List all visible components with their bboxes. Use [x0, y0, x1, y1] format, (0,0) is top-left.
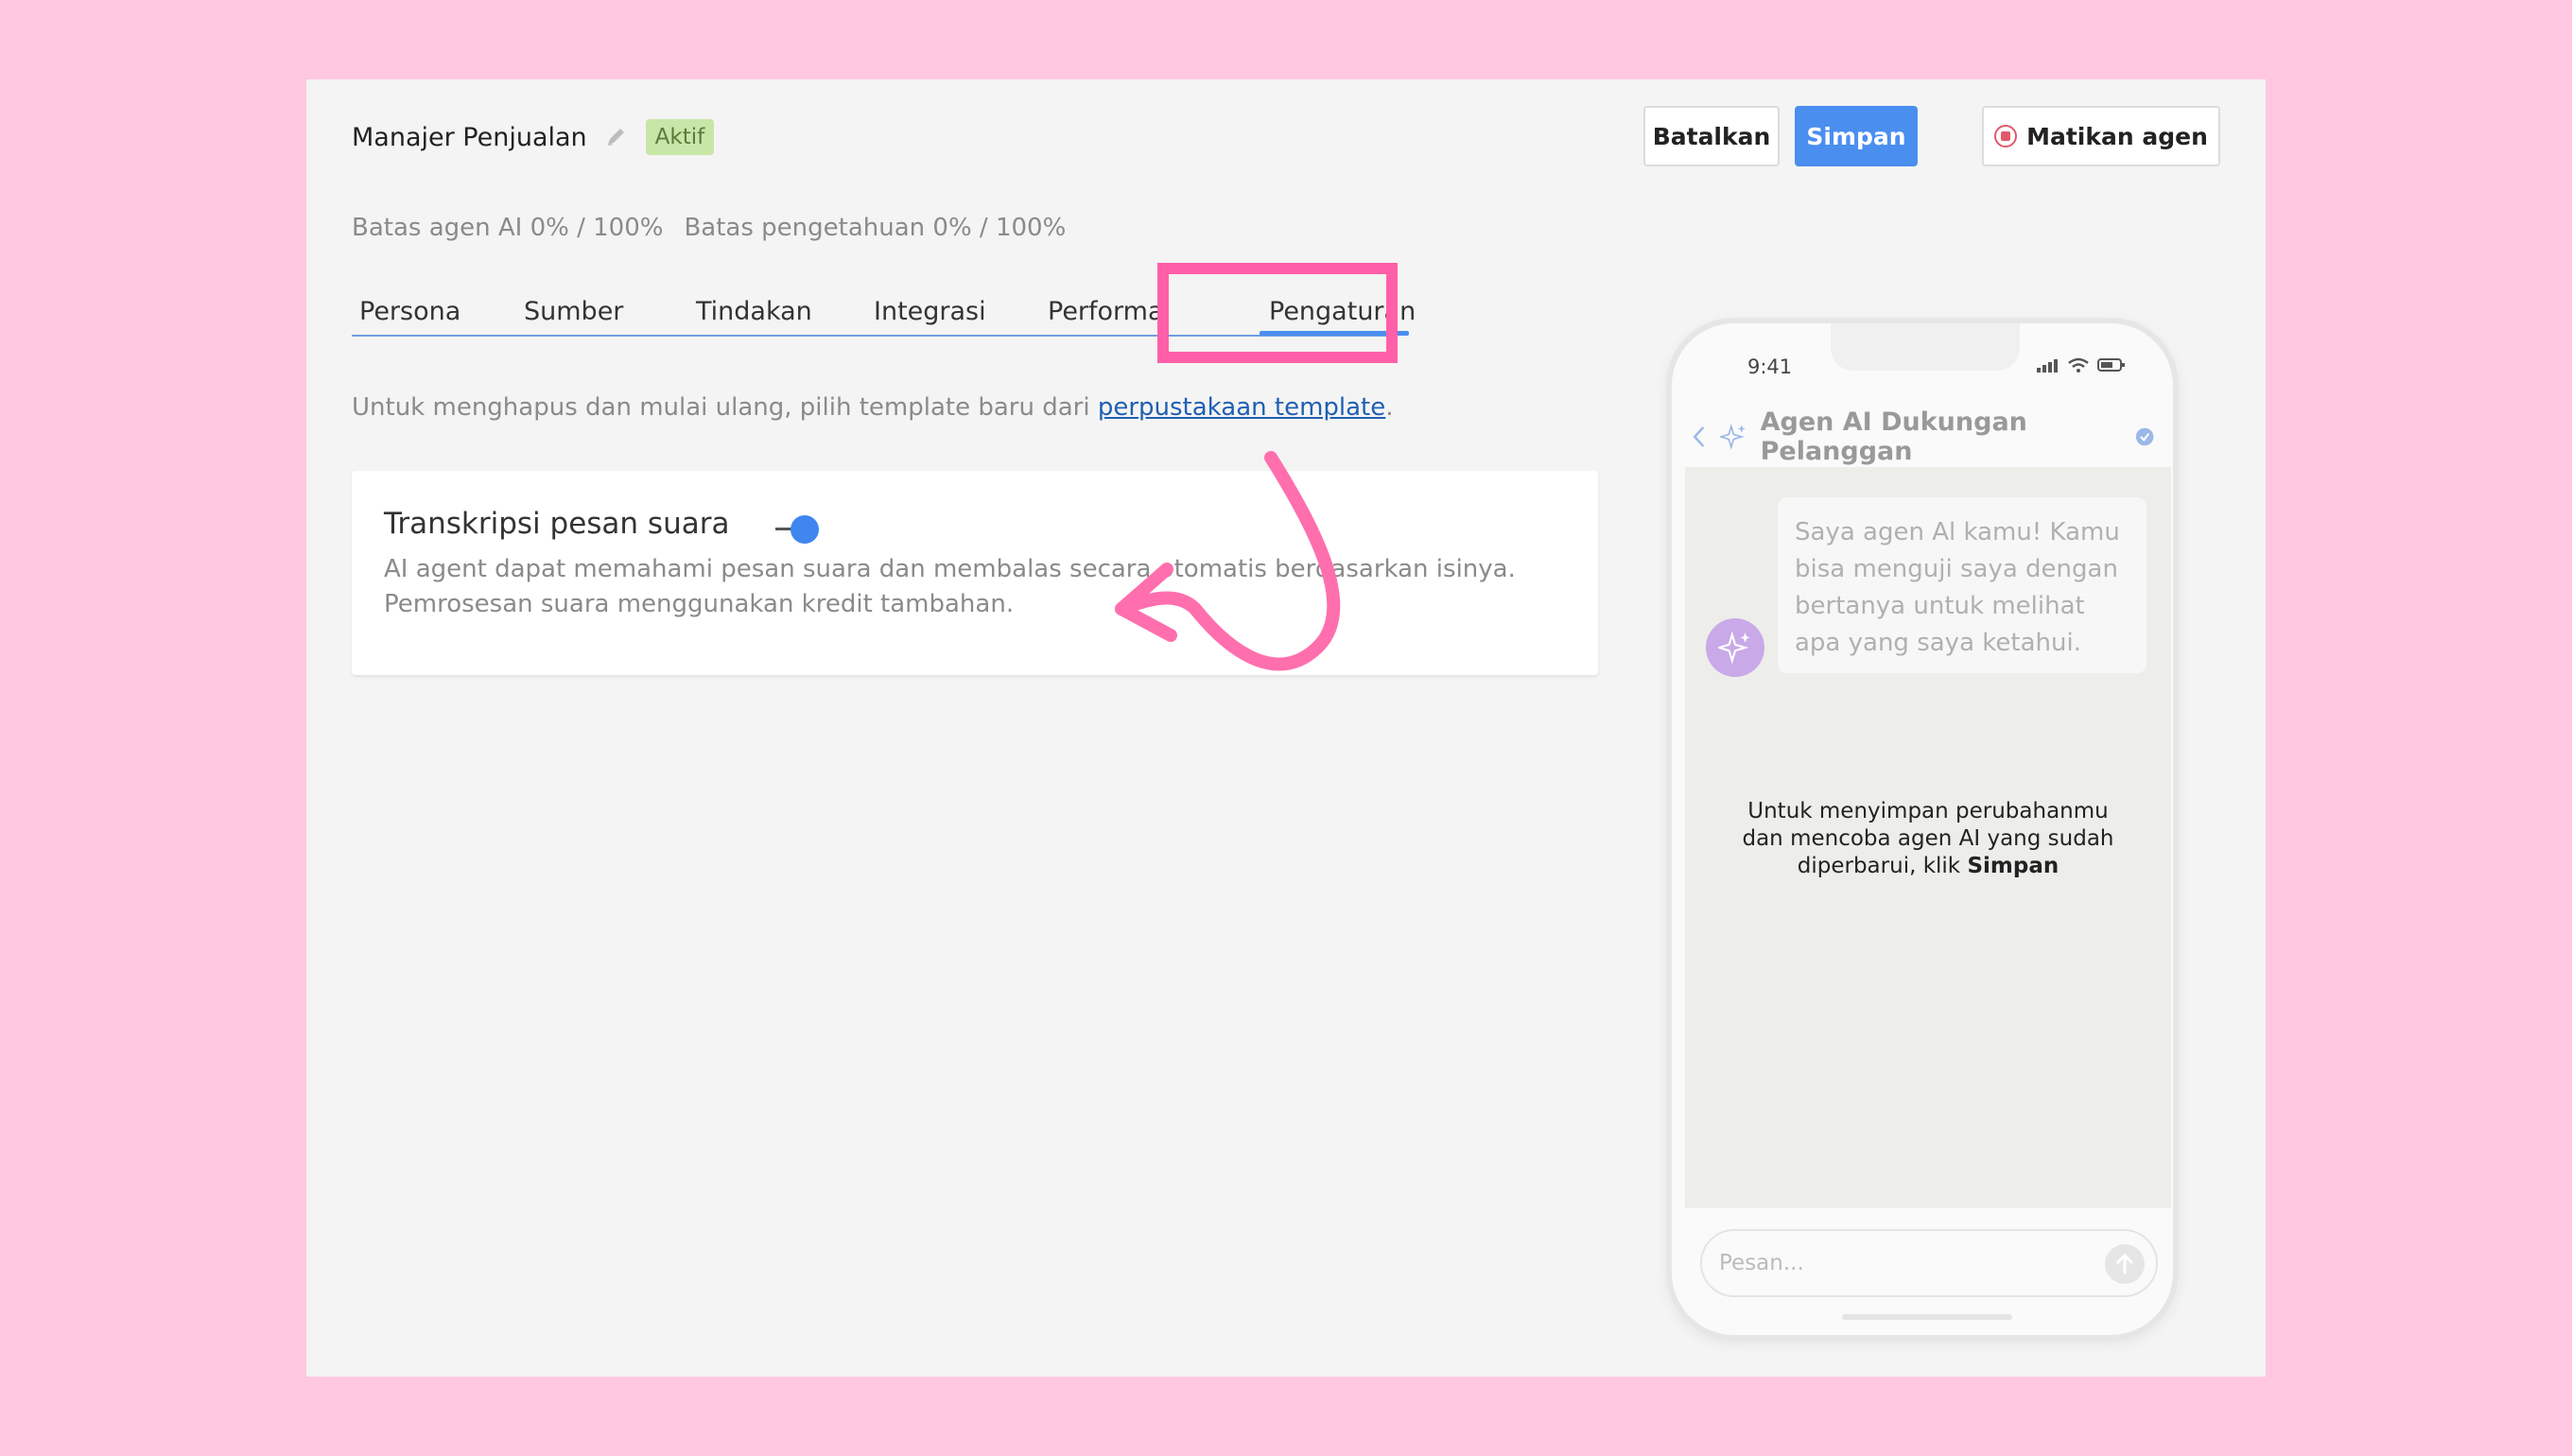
bot-avatar: [1706, 618, 1764, 677]
save-hint-line-1: Untuk menyimpan perubahanmu: [1747, 799, 2109, 823]
save-hint: Untuk menyimpan perubahanmu dan mencoba …: [1723, 798, 2133, 880]
template-notice-text: Untuk menghapus dan mulai ulang, pilih t…: [352, 393, 1098, 422]
chat-messages-area: Saya agen Al kamu! Kamu bisa menguji say…: [1685, 467, 2171, 1208]
template-library-link[interactable]: perpustakaan template: [1098, 393, 1385, 422]
voice-transcription-card: Transkripsi pesan suara AI agent dapat m…: [352, 471, 1598, 675]
stop-agent-label: Matikan agen: [2026, 122, 2208, 150]
save-button[interactable]: Simpan: [1795, 106, 1918, 166]
agent-name: Manajer Penjualan: [352, 122, 587, 152]
chat-header: Agen AI Dukungan Pelanggan: [1691, 407, 2154, 466]
tab-integrations[interactable]: Integrasi: [874, 297, 986, 326]
save-hint-line-3: diperbarui, klik Simpan: [1723, 853, 2133, 880]
pencil-icon[interactable]: [604, 125, 629, 149]
annotation-highlight-box: [1157, 263, 1398, 363]
signal-icon: [2037, 359, 2058, 373]
save-hint-prefix: diperbarui, klik: [1797, 854, 1968, 878]
phone-time: 9:41: [1747, 355, 1793, 378]
agent-title-row: Manajer Penjualan Aktif: [352, 119, 715, 155]
message-input-placeholder: Pesan...: [1719, 1251, 1804, 1275]
settings-panel: Manajer Penjualan Aktif Batas agen AI 0%…: [306, 79, 2266, 1377]
annotation-arrow-icon: [1115, 451, 1341, 671]
knowledge-limit: Batas pengetahuan 0% / 100%: [684, 214, 1067, 242]
verified-badge-icon: [2135, 427, 2154, 446]
status-badge: Aktif: [645, 119, 715, 155]
tab-actions[interactable]: Tindakan: [696, 297, 812, 326]
voice-transcription-title: Transkripsi pesan suara: [384, 507, 730, 541]
stop-agent-button[interactable]: Matikan agen: [1982, 106, 2220, 166]
toggle-knob: [791, 515, 819, 544]
back-chevron-icon[interactable]: [1691, 424, 1707, 450]
status-icons: [2037, 357, 2126, 373]
ai-agent-limit: Batas agen AI 0% / 100%: [352, 214, 664, 242]
tab-sources[interactable]: Sumber: [524, 297, 623, 326]
battery-icon: [2097, 358, 2125, 372]
sparkle-icon: [1719, 424, 1746, 450]
save-hint-keyword: Simpan: [1967, 854, 2059, 878]
save-hint-line-2: dan mencoba agen AI yang sudah: [1742, 826, 2114, 851]
tab-performance[interactable]: Performa: [1048, 297, 1164, 326]
wifi-icon: [2068, 357, 2089, 373]
send-arrow-icon: [2116, 1253, 2133, 1274]
template-notice: Untuk menghapus dan mulai ulang, pilih t…: [352, 393, 1394, 422]
bot-sparkle-icon: [1718, 631, 1750, 665]
cancel-button[interactable]: Batalkan: [1643, 106, 1780, 166]
bot-message-bubble: Saya agen Al kamu! Kamu bisa menguji say…: [1778, 497, 2146, 673]
usage-limits: Batas agen AI 0% / 100% Batas pengetahuan…: [352, 214, 1066, 242]
chat-preview-phone: 9:41 Agen AI Dukungan Pelanggan Saya age…: [1666, 318, 2179, 1341]
voice-transcription-toggle[interactable]: [775, 512, 821, 545]
home-indicator: [1842, 1314, 2012, 1320]
stop-icon: [1994, 125, 2018, 147]
chat-title: Agen AI Dukungan Pelanggan: [1760, 407, 2027, 466]
phone-notch: [1831, 323, 2020, 371]
template-notice-suffix: .: [1385, 393, 1394, 422]
send-button[interactable]: [2105, 1244, 2145, 1284]
message-input[interactable]: Pesan...: [1700, 1229, 2158, 1297]
tab-persona[interactable]: Persona: [359, 297, 461, 326]
